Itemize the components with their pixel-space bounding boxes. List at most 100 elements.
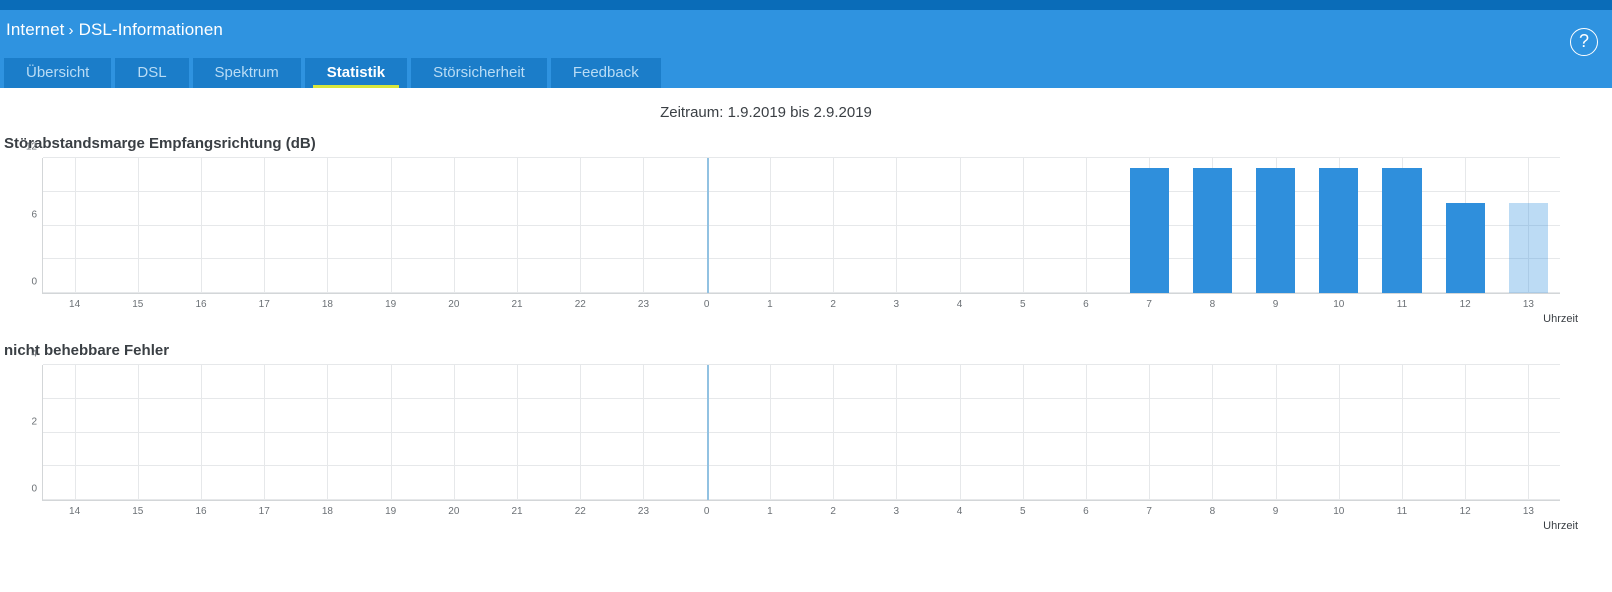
- gridline-vertical: [137, 158, 139, 293]
- tab-spektrum[interactable]: Spektrum: [192, 58, 301, 88]
- y-axis-tick-label: 0: [31, 483, 37, 495]
- x-axis-tick-label: 11: [1396, 506, 1408, 517]
- x-axis-tick-label: 17: [258, 506, 270, 517]
- x-axis-tick-label: 0: [703, 299, 710, 310]
- x-axis-caption: Uhrzeit: [1543, 313, 1578, 325]
- x-axis-tick-label: 18: [321, 506, 333, 517]
- bar: [1508, 203, 1548, 293]
- x-axis-tick-label: 5: [1019, 299, 1026, 310]
- plot-area: 0 6 12 14 15 16 17 18 19 20 21 22 23 0 1 2 3 4 5 6 7 8 9 10 11 12…: [26, 142, 1578, 326]
- gridline-vertical: [896, 158, 898, 293]
- gridline-vertical: [453, 365, 455, 500]
- gridline-vertical: [201, 365, 203, 500]
- gridline-horizontal: [43, 397, 1560, 399]
- breadcrumb-root[interactable]: Internet: [6, 20, 64, 39]
- x-axis-tick-label: 16: [195, 506, 207, 517]
- y-axis-tick-label: 0: [31, 276, 37, 288]
- gridline-vertical: [1401, 365, 1403, 500]
- gridline-vertical: [201, 158, 203, 293]
- tab-feedback[interactable]: Feedback: [550, 58, 661, 88]
- x-axis-tick-label: 16: [195, 299, 207, 310]
- gridline-vertical: [1085, 158, 1087, 293]
- gridline-vertical: [1338, 365, 1340, 500]
- gridline-vertical: [1085, 365, 1087, 500]
- x-axis-tick-label: 1: [767, 299, 773, 310]
- x-axis-tick-label: 11: [1396, 299, 1408, 310]
- gridline-vertical: [959, 365, 961, 500]
- x-axis-caption: Uhrzeit: [1543, 520, 1578, 532]
- help-icon[interactable]: ?: [1570, 28, 1598, 56]
- x-axis-tick-label: 6: [1083, 299, 1089, 310]
- x-axis-tick-label: 22: [574, 506, 586, 517]
- chart-title: nicht behebbare Fehler: [4, 342, 170, 359]
- breadcrumb-current: DSL-Informationen: [78, 20, 223, 39]
- page-header: Internet › DSL-Informationen ? Übersicht DS…: [0, 10, 1612, 88]
- x-axis-tick-label: 23: [637, 299, 650, 310]
- bar: [1319, 168, 1359, 293]
- bar: [1445, 203, 1485, 293]
- x-axis-tick-label: 4: [956, 506, 963, 517]
- x-axis-tick-label: 2: [830, 506, 836, 517]
- x-axis-tick-label: 4: [956, 299, 963, 310]
- gridline-vertical: [453, 158, 455, 293]
- y-axis-tick-label: 2: [31, 416, 37, 427]
- tab-dsl[interactable]: DSL: [115, 58, 189, 88]
- x-axis-tick-label: 7: [1146, 299, 1152, 310]
- x-axis-tick-label: 3: [893, 506, 900, 517]
- gridline-vertical: [327, 365, 329, 500]
- gridline-horizontal: [43, 364, 1560, 365]
- gridline-vertical: [959, 158, 961, 293]
- x-axis-tick-label: 21: [511, 299, 523, 310]
- x-axis-tick-label: 7: [1146, 506, 1152, 517]
- chart-uncorrectable-errors: nicht behebbare Fehler 0 2 4 14 15 16 17 18 19 20…: [0, 342, 1612, 532]
- x-axis-tick-label: 10: [1333, 299, 1345, 310]
- gridline-horizontal: [43, 431, 1560, 433]
- x-axis-tick-label: 15: [132, 506, 144, 517]
- x-axis-tick-label: 20: [448, 506, 460, 517]
- y-axis-tick-label: 4: [31, 348, 37, 360]
- x-axis-tick-label: 13: [1522, 506, 1534, 517]
- period-label: Zeitraum: 1.9.2019 bis 2.9.2019: [660, 104, 872, 121]
- gridline-vertical: [327, 158, 329, 293]
- gridline-vertical: [643, 365, 645, 500]
- gridline-vertical: [580, 365, 582, 500]
- chart-title: Störabstandsmarge Empfangsrichtung (dB): [4, 135, 316, 152]
- tab-statistik[interactable]: Statistik: [304, 58, 408, 88]
- x-axis-tick-label: 22: [574, 299, 586, 310]
- x-axis-tick-label: 2: [830, 299, 836, 310]
- tab-st-rsicherheit[interactable]: Störsicherheit: [411, 58, 547, 88]
- y-axis-tick-label: 6: [31, 209, 37, 220]
- x-axis-tick-label: 12: [1459, 506, 1471, 517]
- x-axis-tick-label: 9: [1272, 299, 1279, 310]
- gridline-vertical: [264, 158, 266, 293]
- gridline-vertical: [264, 365, 266, 500]
- x-axis-tick-label: 12: [1459, 299, 1471, 310]
- x-axis-tick-label: 14: [69, 506, 81, 517]
- gridline-vertical: [74, 365, 76, 500]
- gridline-vertical: [1149, 365, 1151, 500]
- bar: [1382, 168, 1422, 293]
- x-axis-tick-label: 6: [1083, 506, 1089, 517]
- bar: [1255, 168, 1296, 293]
- gridline-vertical: [643, 158, 645, 293]
- x-axis-tick-label: 21: [511, 506, 523, 517]
- x-axis-tick-label: 10: [1333, 506, 1345, 517]
- midnight-marker-line: [706, 158, 709, 293]
- gridline-vertical: [1275, 365, 1277, 500]
- tab--bersicht[interactable]: Übersicht: [4, 58, 112, 88]
- gridline-vertical: [390, 365, 392, 500]
- page-content: Zeitraum: 1.9.2019 bis 2.9.2019 Störabst…: [0, 88, 1612, 532]
- gridline-vertical: [1022, 158, 1024, 293]
- x-axis-tick-label: 17: [258, 299, 270, 310]
- x-axis-tick-label: 3: [893, 299, 900, 310]
- x-axis-tick-label: 8: [1209, 506, 1216, 517]
- y-axis-tick-label: 12: [25, 141, 37, 153]
- x-axis-tick-label: 5: [1019, 506, 1026, 517]
- x-axis-tick-label: 9: [1272, 506, 1279, 517]
- gridline-vertical: [833, 365, 835, 500]
- x-axis-tick-label: 8: [1209, 299, 1216, 310]
- gridline-vertical: [896, 365, 898, 500]
- x-axis-tick-label: 13: [1522, 299, 1534, 310]
- chart-snr-margin-downstream: Störabstandsmarge Empfangsrichtung (dB) …: [0, 135, 1612, 326]
- gridline-horizontal: [43, 499, 1560, 500]
